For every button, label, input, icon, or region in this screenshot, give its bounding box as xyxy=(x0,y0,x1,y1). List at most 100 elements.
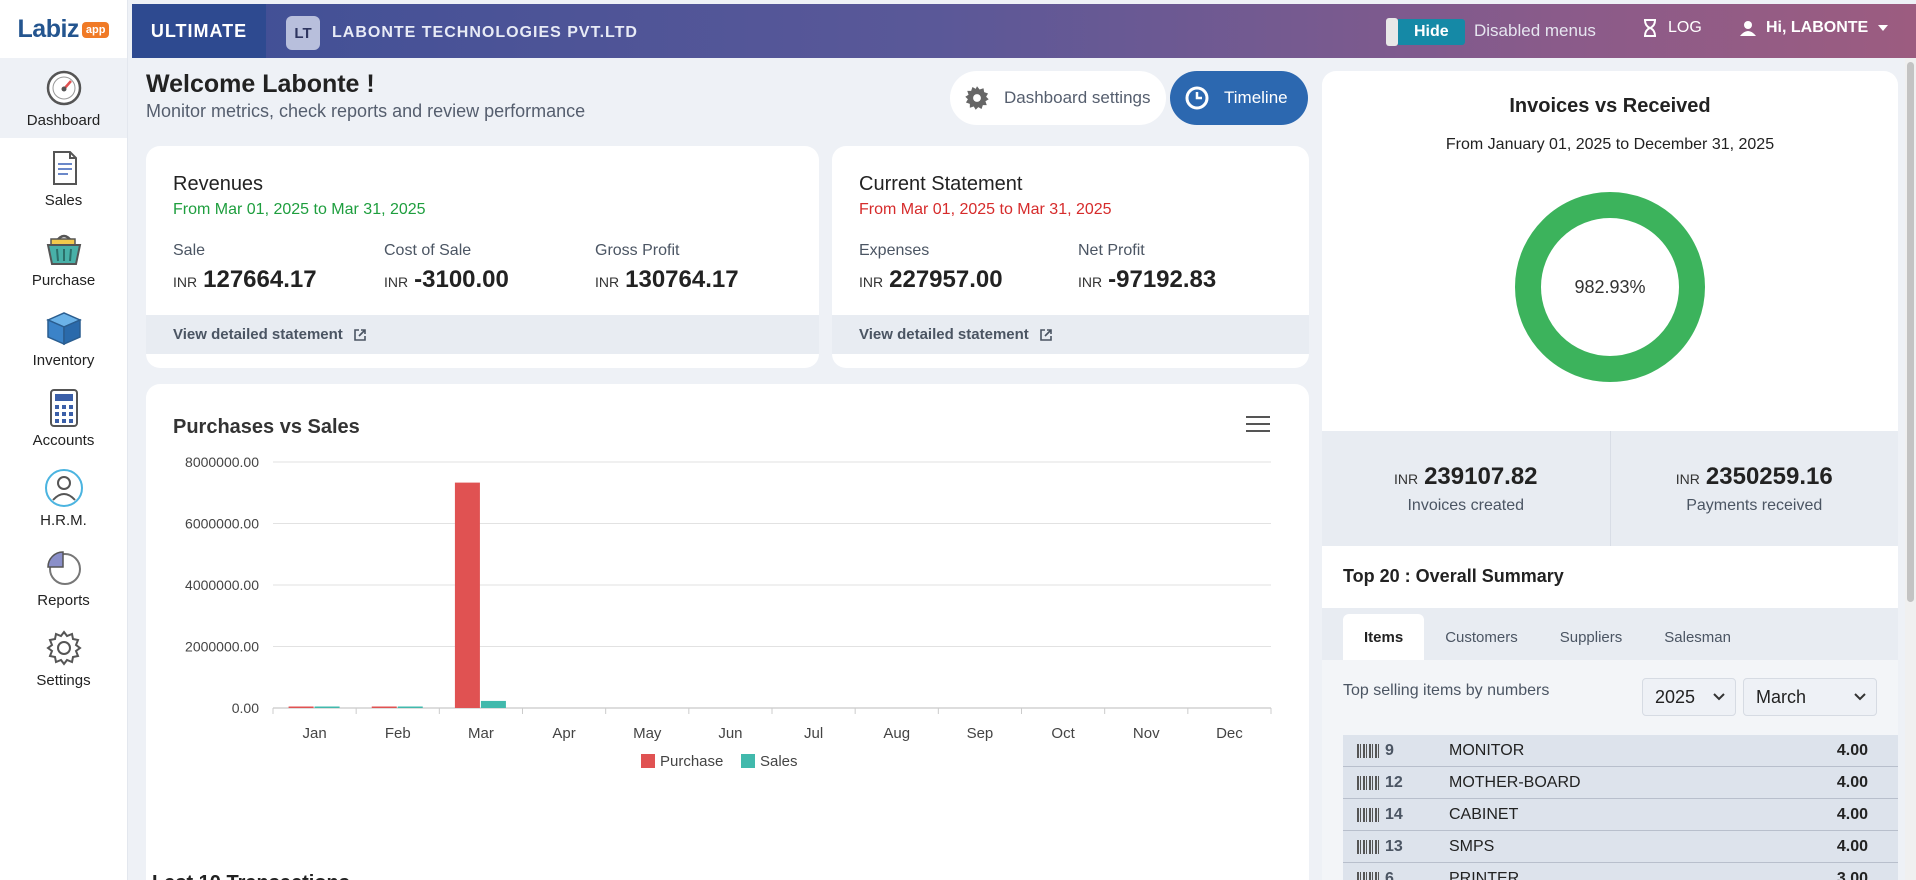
sidebar-item-label: Settings xyxy=(36,671,91,689)
y-tick-label: 4000000.00 xyxy=(185,577,259,593)
tab-customers[interactable]: Customers xyxy=(1424,614,1539,660)
table-row[interactable]: 13 SMPS 4.00 xyxy=(1343,831,1898,863)
view-statement-link[interactable]: View detailed statement xyxy=(146,315,819,354)
metric-label: Sale xyxy=(173,242,206,259)
year-select[interactable]: 2025 xyxy=(1642,678,1736,716)
month-select[interactable]: March xyxy=(1743,678,1877,716)
item-id: 14 xyxy=(1385,805,1403,823)
table-row[interactable]: 9 MONITOR 4.00 xyxy=(1343,735,1898,767)
external-link-icon xyxy=(1039,328,1052,341)
bar-sales xyxy=(480,700,506,708)
item-qty: 4.00 xyxy=(1836,837,1868,855)
metric-value: 227957.00 xyxy=(889,266,1003,293)
app-logo[interactable]: Labiz app xyxy=(0,0,127,58)
user-icon xyxy=(1740,21,1756,36)
caret-down-icon xyxy=(1878,25,1889,31)
table-row[interactable]: 14 CABINET 4.00 xyxy=(1343,799,1898,831)
timeline-button[interactable]: Timeline xyxy=(1170,71,1308,125)
sidebar-item-hrm[interactable]: H.R.M. xyxy=(0,458,127,538)
x-tick-label: Oct xyxy=(1051,725,1075,742)
top-selling-label: Top selling items by numbers xyxy=(1343,682,1550,699)
top20-title: Top 20 : Overall Summary xyxy=(1343,566,1564,586)
metric-label: Cost of Sale xyxy=(384,242,472,259)
table-row[interactable]: 12 MOTHER-BOARD 4.00 xyxy=(1343,767,1898,799)
plan-badge: ULTIMATE xyxy=(132,4,266,58)
log-button[interactable]: LOG xyxy=(1642,19,1702,37)
x-tick-label: Aug xyxy=(883,725,910,742)
metric-value: -97192.83 xyxy=(1108,266,1217,293)
sidebar-item-settings[interactable]: Settings xyxy=(0,618,127,698)
metric-value: -3100.00 xyxy=(414,266,509,293)
sidebar-item-accounts[interactable]: Accounts xyxy=(0,378,127,458)
sidebar-item-purchase[interactable]: Purchase xyxy=(0,218,127,298)
user-label: Hi, LABONTE xyxy=(1766,19,1869,36)
metric-label: Net Profit xyxy=(1078,242,1145,259)
sidebar-item-label: Purchase xyxy=(31,271,96,289)
reports-pie-icon xyxy=(46,550,81,585)
tab-salesman[interactable]: Salesman xyxy=(1643,614,1752,660)
table-row[interactable]: 6 PRINTER 3.00 xyxy=(1343,863,1898,880)
x-tick-label: Mar xyxy=(468,725,494,742)
metric-currency: INR xyxy=(595,274,620,290)
user-menu[interactable]: Hi, LABONTE xyxy=(1740,19,1889,37)
logo-badge: app xyxy=(81,22,110,38)
sidebar-item-reports[interactable]: Reports xyxy=(0,538,127,618)
sidebar-item-label: Inventory xyxy=(32,351,95,369)
company-name: LABONTE TECHNOLOGIES PVT.LTD xyxy=(332,24,638,41)
revenues-date-range: From Mar 01, 2025 to Mar 31, 2025 xyxy=(173,201,426,218)
last-transactions-heading: Last 10 Transactions xyxy=(152,872,350,880)
purchases-sales-chart: 0.00 2000000.00 4000000.00 6000000.00 800000… xyxy=(185,454,1272,770)
scrollbar-thumb[interactable] xyxy=(1907,62,1914,602)
gear-icon xyxy=(965,86,989,110)
sidebar-item-dashboard[interactable]: Dashboard xyxy=(0,58,127,138)
sales-invoice-icon xyxy=(52,150,77,185)
logo-text: Labiz xyxy=(17,14,80,43)
donut-chart: 982.93% xyxy=(1515,192,1705,382)
bar-purchase xyxy=(454,482,480,708)
tab-suppliers[interactable]: Suppliers xyxy=(1539,614,1644,660)
top-items-table: 9 MONITOR 4.00 12 MOTHER-BOARD 4.00 14 C… xyxy=(1343,735,1898,880)
barcode-icon xyxy=(1357,743,1379,758)
top-bar: ULTIMATE LT LABONTE TECHNOLOGIES PVT.LTD… xyxy=(132,4,1916,58)
legend-swatch xyxy=(641,754,655,768)
hourglass-icon xyxy=(1644,19,1656,37)
purchase-basket-icon xyxy=(46,234,81,265)
hide-button[interactable]: Hide xyxy=(1398,19,1465,45)
item-id: 13 xyxy=(1385,837,1403,855)
x-tick-label: Jun xyxy=(718,725,742,742)
metric-currency: INR xyxy=(173,274,198,290)
current-statement-card: Current Statement From Mar 01, 2025 to M… xyxy=(832,146,1309,368)
chart-menu-icon[interactable] xyxy=(1246,416,1270,437)
item-qty: 4.00 xyxy=(1836,805,1868,823)
invoices-vs-received-title: Invoices vs Received xyxy=(1509,95,1711,117)
statement-date-range: From Mar 01, 2025 to Mar 31, 2025 xyxy=(859,201,1112,218)
barcode-icon xyxy=(1357,807,1379,822)
metric-sale: Sale INR 127664.17 xyxy=(173,242,317,294)
timeline-label: Timeline xyxy=(1224,88,1288,107)
legend-label: Purchase xyxy=(660,753,723,770)
top20-tabs: Items Customers Suppliers Salesman xyxy=(1322,608,1898,660)
company-switcher[interactable]: LT LABONTE TECHNOLOGIES PVT.LTD xyxy=(286,16,638,50)
tab-items[interactable]: Items xyxy=(1343,614,1425,660)
chevron-down-icon xyxy=(1854,693,1866,701)
page-scrollbar[interactable] xyxy=(1905,58,1916,880)
dashboard-gauge-icon xyxy=(46,70,81,105)
sidebar-item-label: Dashboard xyxy=(26,111,101,129)
view-statement-link[interactable]: View detailed statement xyxy=(832,315,1309,354)
x-tick-label: Dec xyxy=(1216,725,1243,742)
stat-label: Payments received xyxy=(1686,496,1823,514)
sidebar-item-sales[interactable]: Sales xyxy=(0,138,127,218)
hide-toggle[interactable]: Hide xyxy=(1386,18,1465,46)
bar-sales xyxy=(397,706,423,708)
x-tick-label: Feb xyxy=(385,725,411,742)
barcode-icon xyxy=(1357,839,1379,854)
revenues-title: Revenues xyxy=(173,173,264,195)
sidebar-item-label: Sales xyxy=(44,191,83,209)
revenues-card: Revenues From Mar 01, 2025 to Mar 31, 20… xyxy=(146,146,819,368)
stat-value: 2350259.16 xyxy=(1705,462,1833,490)
year-select-value: 2025 xyxy=(1655,686,1696,707)
dashboard-settings-button[interactable]: Dashboard settings xyxy=(950,71,1166,125)
company-avatar: LT xyxy=(286,16,320,50)
metric-cost-of-sale: Cost of Sale INR -3100.00 xyxy=(384,242,509,294)
sidebar-item-inventory[interactable]: Inventory xyxy=(0,298,127,378)
